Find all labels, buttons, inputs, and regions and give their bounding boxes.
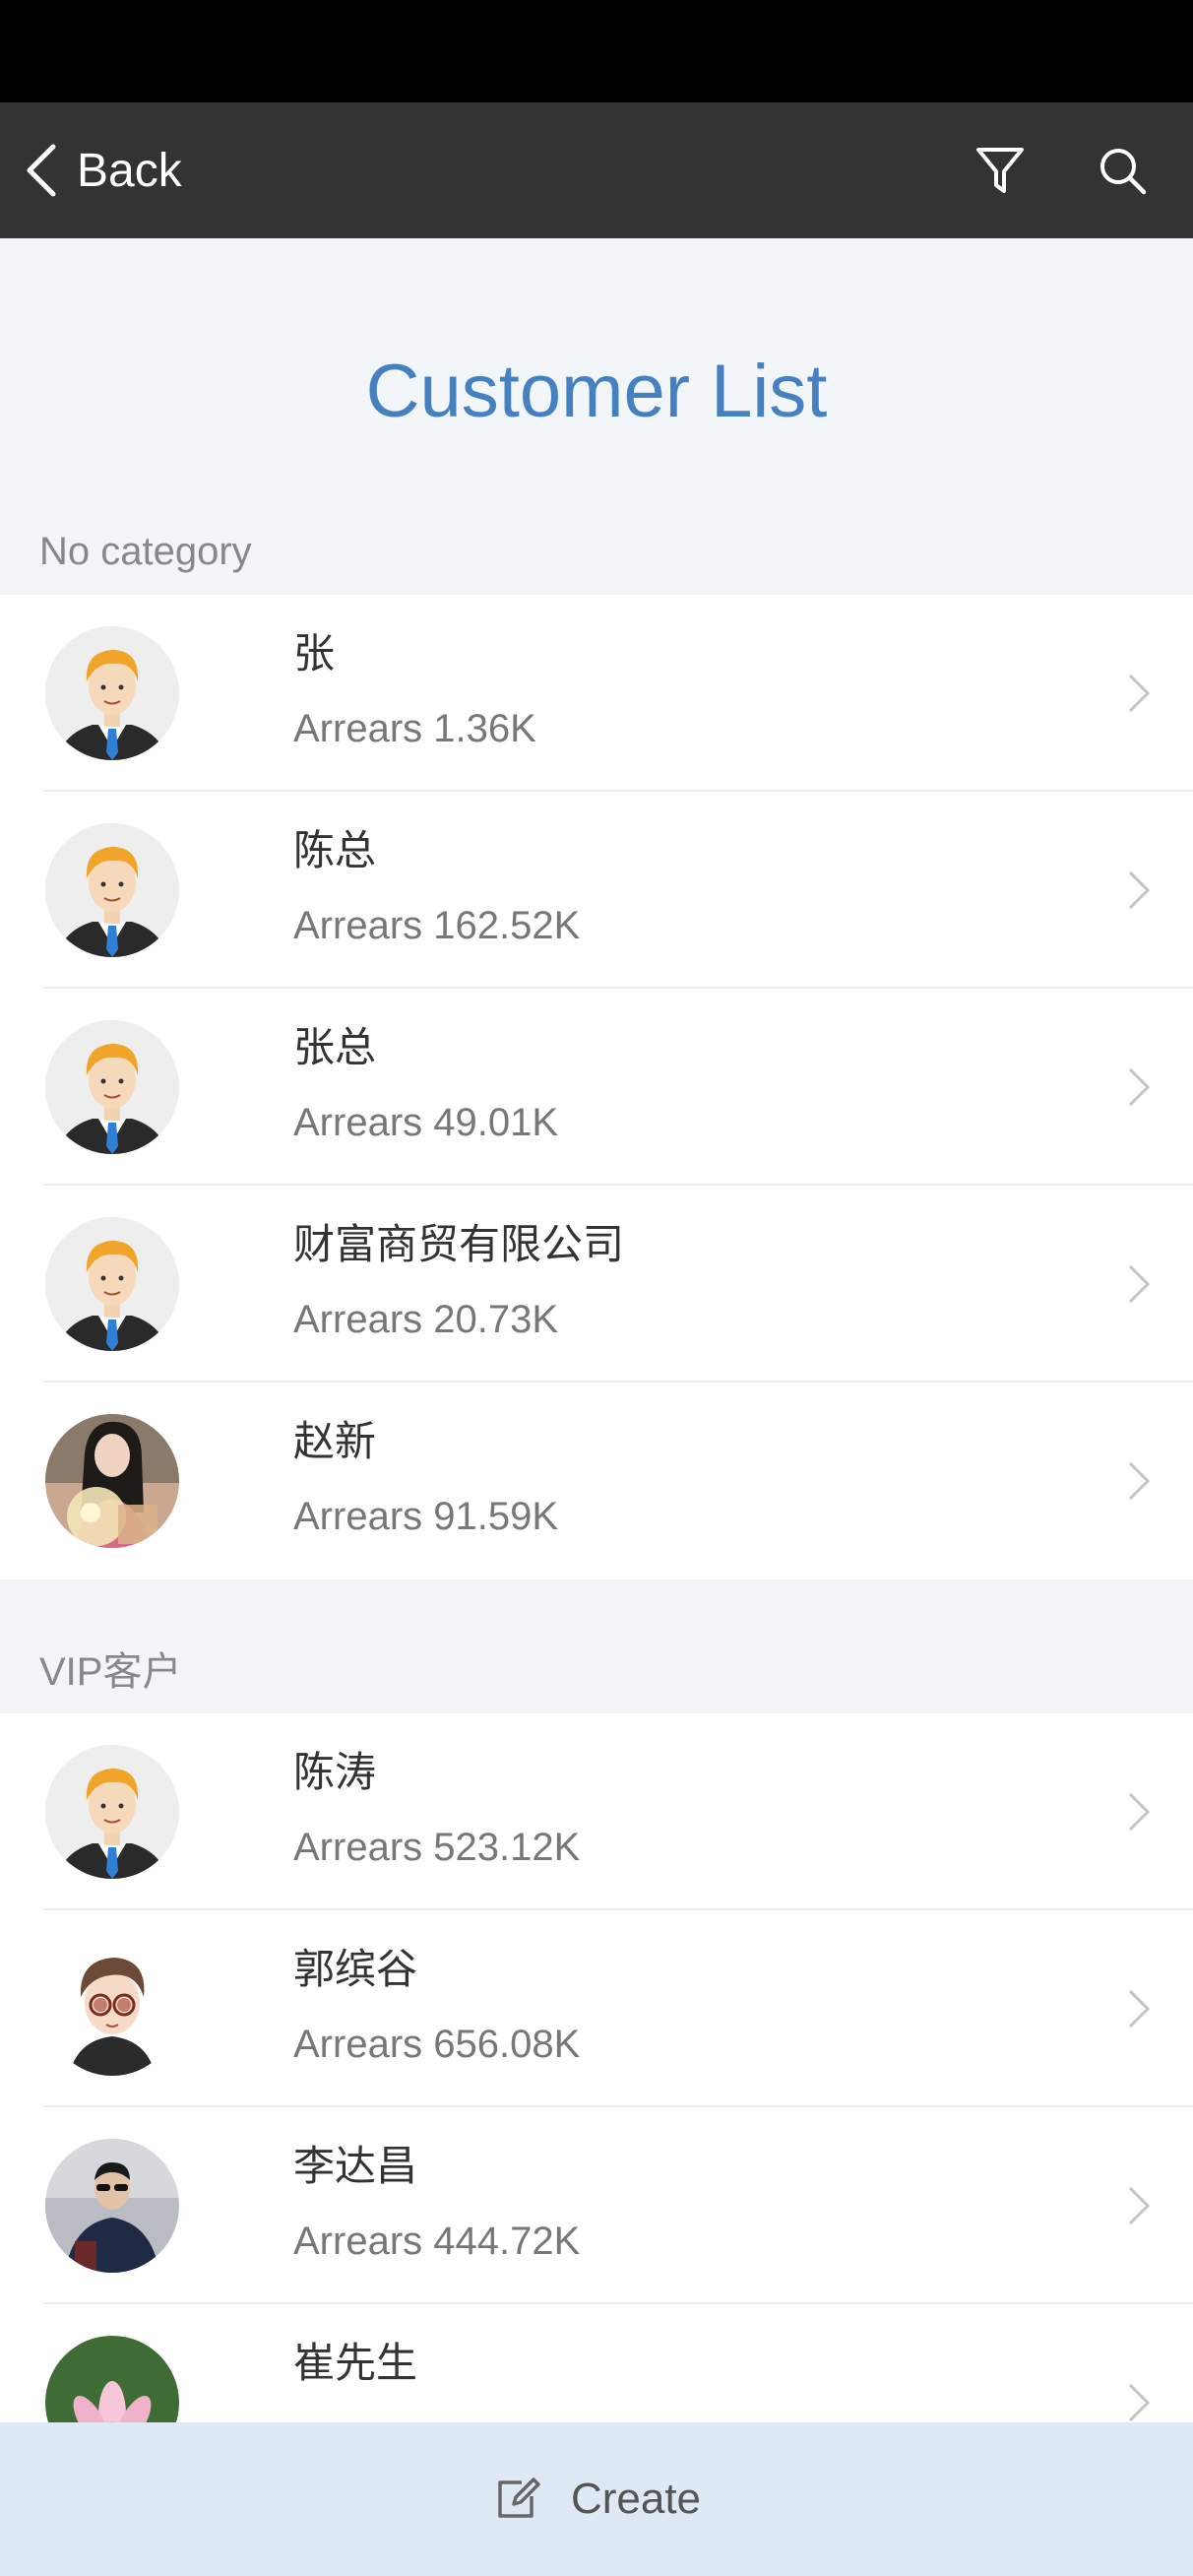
- back-label: Back: [77, 144, 182, 197]
- back-button[interactable]: Back: [22, 102, 182, 238]
- customer-name: 陈涛: [293, 1748, 377, 1796]
- filter-button[interactable]: [961, 102, 1039, 238]
- section-header-vip: VIP客户: [39, 1650, 182, 1694]
- customer-arrears: Arrears 523.12K: [293, 1826, 581, 1869]
- default-man-avatar: [45, 1217, 179, 1351]
- status-bar: [0, 0, 1193, 102]
- page-title: Customer List: [365, 350, 828, 433]
- create-button[interactable]: Create: [0, 2422, 1193, 2576]
- default-man-avatar: [45, 1020, 179, 1154]
- customer-arrears: Arrears 20.73K: [293, 1298, 559, 1341]
- man-photo-avatar: [45, 2139, 179, 2273]
- customer-row[interactable]: 陈涛 Arrears 523.12K: [0, 1713, 1193, 1910]
- customer-row[interactable]: 张 Arrears 1.36K: [0, 595, 1193, 792]
- customer-list-no-category: 张 Arrears 1.36K 陈总 Arrears 162.52K 张总 Ar…: [0, 595, 1193, 1579]
- customer-arrears: Arrears 444.72K: [293, 2220, 581, 2263]
- woman-photo-avatar: [45, 1414, 179, 1548]
- customer-name: 财富商贸有限公司: [293, 1220, 625, 1268]
- chevron-right-icon: [1128, 674, 1151, 713]
- customer-arrears: Arrears 91.59K: [293, 1495, 559, 1538]
- chevron-right-icon: [1128, 1264, 1151, 1304]
- chevron-right-icon: [1128, 1067, 1151, 1107]
- customer-row[interactable]: 赵新 Arrears 91.59K: [0, 1383, 1193, 1579]
- customer-arrears: Arrears 49.01K: [293, 1101, 559, 1144]
- search-icon: [1100, 149, 1147, 195]
- customer-name: 张总: [293, 1023, 377, 1071]
- customer-arrears: Arrears 162.52K: [293, 904, 581, 947]
- customer-row[interactable]: 陈总 Arrears 162.52K: [0, 792, 1193, 989]
- chevron-left-icon: [27, 144, 56, 197]
- customer-row[interactable]: 李达昌 Arrears 444.72K: [0, 2107, 1193, 2304]
- customer-name: 郭缤谷: [293, 1945, 418, 1993]
- chevron-right-icon: [1128, 1792, 1151, 1832]
- chevron-right-icon: [1128, 1461, 1151, 1501]
- customer-arrears: Arrears 1.36K: [293, 707, 536, 750]
- customer-name: 赵新: [293, 1417, 377, 1465]
- default-man-avatar: [45, 1745, 179, 1879]
- navigation-bar: Back: [0, 102, 1193, 238]
- chevron-right-icon: [1128, 870, 1151, 910]
- search-button[interactable]: [1083, 102, 1162, 238]
- customer-row[interactable]: 财富商贸有限公司 Arrears 20.73K: [0, 1186, 1193, 1383]
- customer-row[interactable]: 张总 Arrears 49.01K: [0, 989, 1193, 1186]
- default-man-avatar: [45, 626, 179, 760]
- create-label: Create: [570, 2475, 702, 2523]
- customer-name: 崔先生: [293, 2339, 418, 2387]
- customer-arrears: Arrears 656.08K: [293, 2023, 581, 2066]
- chevron-right-icon: [1128, 2383, 1151, 2422]
- customer-name: 张: [293, 629, 336, 677]
- customer-list-vip: 陈涛 Arrears 523.12K 郭缤谷 Arrears 656.08K 李…: [0, 1713, 1193, 2501]
- cartoon-man-avatar: [45, 1942, 179, 2076]
- chevron-right-icon: [1128, 1989, 1151, 2029]
- default-man-avatar: [45, 823, 179, 957]
- filter-icon: [976, 148, 1024, 193]
- chevron-right-icon: [1128, 2186, 1151, 2225]
- customer-row[interactable]: 郭缤谷 Arrears 656.08K: [0, 1910, 1193, 2107]
- customer-name: 陈总: [293, 826, 377, 874]
- customer-name: 李达昌: [293, 2142, 418, 2190]
- section-header-no-category: No category: [39, 529, 252, 573]
- edit-icon: [498, 2478, 540, 2518]
